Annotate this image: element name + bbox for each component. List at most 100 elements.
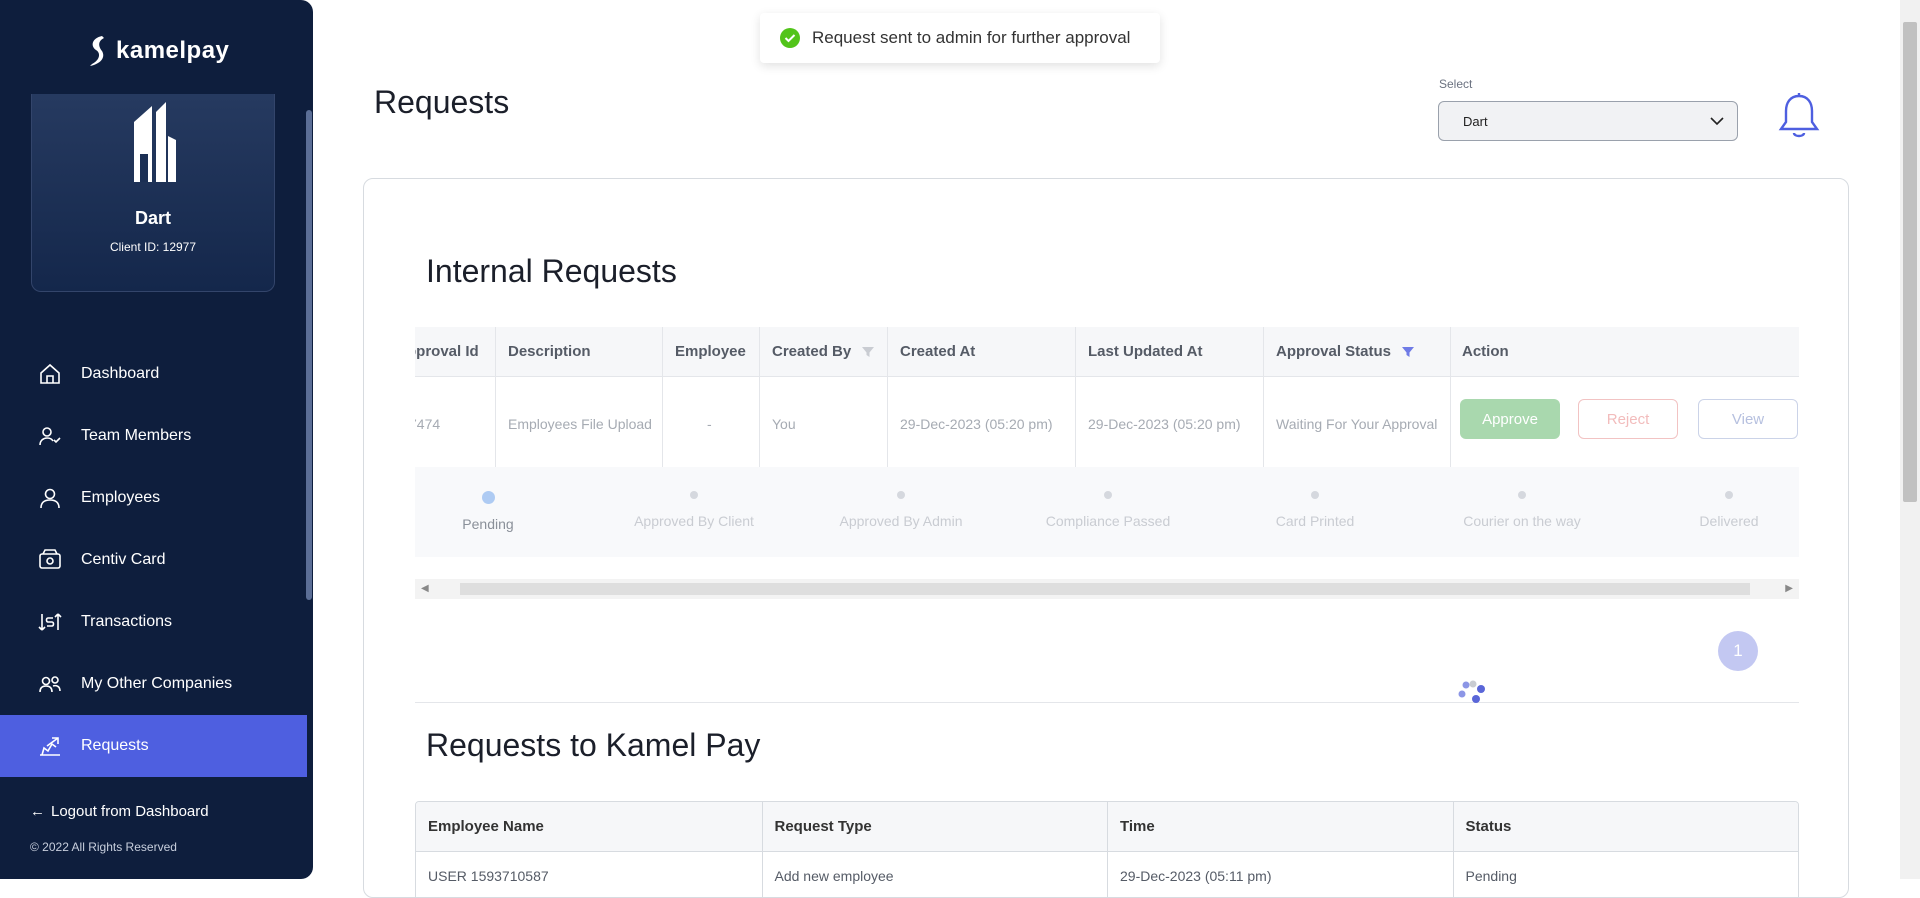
step-dot [1518,491,1526,499]
table-row[interactable]: USER 1593710587 Add new employee 29-Dec-… [416,852,1799,897]
view-button[interactable]: View [1698,399,1798,439]
table-header: Employee Name Request Type Time Status [416,802,1798,852]
kamel-requests-table: Employee Name Request Type Time Status U… [415,801,1799,897]
card-icon [38,548,62,572]
sidebar: kamelpay Dart Client ID: 12977 Dashboard… [0,0,313,879]
step-dot [1104,491,1112,499]
toast-message: Request sent to admin for further approv… [812,28,1131,47]
client-id: Client ID: 12977 [109,240,197,254]
column-header-status: Status [1452,802,1799,851]
column-header-description[interactable]: Description [508,343,591,360]
success-toast: Request sent to admin for further approv… [760,13,1160,63]
internal-requests-table: pproval Id Description Employee Created … [415,327,1799,557]
sidebar-item-transactions[interactable]: Transactions [0,591,307,653]
cell-created-by: You [772,416,796,432]
cell-updated-at: 29-Dec-2023 (05:20 pm) [1088,416,1241,432]
table-horizontal-scrollbar[interactable]: ◀ ▶ [415,579,1799,599]
cell-request-type: Add new employee [761,852,1108,897]
user-icon [38,486,62,510]
cell-time: 29-Dec-2023 (05:11 pm) [1107,852,1453,897]
cell-approval-status: Waiting For Your Approval [1276,416,1438,432]
cell-employee-name: USER 1593710587 [428,868,549,884]
select-label: Select [1439,77,1473,91]
step-pending: Pending [415,491,568,532]
column-header-last-updated-at[interactable]: Last Updated At [1088,343,1202,360]
copyright: © 2022 All Rights Reserved [30,840,177,854]
sidebar-item-dashboard[interactable]: Dashboard [0,343,307,405]
approve-button[interactable]: Approve [1460,399,1560,439]
requests-panel: Internal Requests pproval Id Description… [363,178,1849,898]
sidebar-item-label: Transactions [81,613,172,630]
sidebar-item-label: Centiv Card [81,551,166,568]
column-divider [759,327,760,467]
internal-requests-title: Internal Requests [426,253,677,289]
chevron-down-icon [1710,117,1724,126]
company-select-value: Dart [1463,113,1488,129]
step-compliance-passed: Compliance Passed [1028,491,1188,529]
column-header-employee[interactable]: Employee [675,343,746,360]
brand-logo[interactable]: kamelpay [86,34,229,68]
page-title: Requests [374,84,510,120]
requests-icon [38,734,62,758]
column-header-employee-name: Employee Name [428,818,544,835]
step-dot [481,491,495,504]
cell-created-at: 29-Dec-2023 (05:20 pm) [900,416,1053,432]
client-name: Dart [134,208,171,228]
pagination-page-1[interactable]: 1 [1718,631,1758,671]
column-header-action: Action [1462,343,1509,360]
users-icon [38,672,62,696]
sidebar-item-requests[interactable]: Requests [0,715,307,777]
page-scrollbar-thumb[interactable] [1903,22,1917,502]
section-divider [415,702,1799,703]
column-header-approval-status[interactable]: Approval Status [1276,343,1415,360]
cell-employee: - [707,416,712,432]
company-select[interactable]: Dart [1438,101,1738,141]
sidebar-item-label: Employees [81,489,161,506]
column-header-approval-id[interactable]: pproval Id [415,343,479,360]
bell-icon[interactable] [1778,92,1820,140]
client-card: Dart Client ID: 12977 [31,94,275,292]
home-icon [38,362,62,386]
filter-icon[interactable] [1401,345,1415,359]
sidebar-item-label: My Other Companies [81,675,233,692]
brand-name: kamelpay [116,37,230,64]
page-scrollbar[interactable] [1900,0,1920,879]
step-dot [1311,491,1319,499]
column-divider [1075,327,1076,467]
status-tracker: Pending Approved By Client Approved By A… [415,467,1799,557]
reject-button[interactable]: Reject [1578,399,1678,439]
sidebar-item-employees[interactable]: Employees [0,467,307,529]
logout-label: Logout from Dashboard [51,803,209,820]
step-approved-by-admin: Approved By Admin [821,491,981,529]
column-divider [887,327,888,467]
scroll-left-icon[interactable]: ◀ [421,583,429,594]
requests-to-kamel-pay-title: Requests to Kamel Pay [426,727,761,763]
column-divider [662,327,663,467]
loading-spinner-icon [1458,680,1485,703]
sidebar-item-team-members[interactable]: Team Members [0,405,307,467]
scroll-right-icon[interactable]: ▶ [1785,583,1793,594]
logout-link[interactable]: ← Logout from Dashboard [30,803,209,820]
sidebar-item-label: Team Members [81,427,192,444]
column-header-time: Time [1107,802,1453,851]
step-dot [1725,491,1733,499]
step-card-printed: Card Printed [1235,491,1395,529]
sidebar-nav: Dashboard Team Members Employees Centiv … [0,343,307,777]
filter-icon[interactable] [861,345,875,359]
cell-status: Pending [1452,852,1799,897]
sidebar-item-centiv-card[interactable]: Centiv Card [0,529,307,591]
column-header-created-by[interactable]: Created By [772,343,875,360]
cell-approval-id: 7474 [415,416,441,432]
column-divider [1263,327,1264,467]
column-header-created-at[interactable]: Created At [900,343,975,360]
step-courier-on-the-way: Courier on the way [1442,491,1602,529]
cell-description: Employees File Upload [508,416,652,432]
kamelpay-logo-icon [90,36,104,66]
column-divider [495,327,496,467]
transactions-icon [38,610,62,634]
building-icon [134,102,176,182]
check-circle-icon [780,28,800,48]
arrow-left-icon: ← [30,803,45,820]
sidebar-item-my-other-companies[interactable]: My Other Companies [0,653,307,715]
table-scrollbar-thumb[interactable] [460,583,1750,595]
